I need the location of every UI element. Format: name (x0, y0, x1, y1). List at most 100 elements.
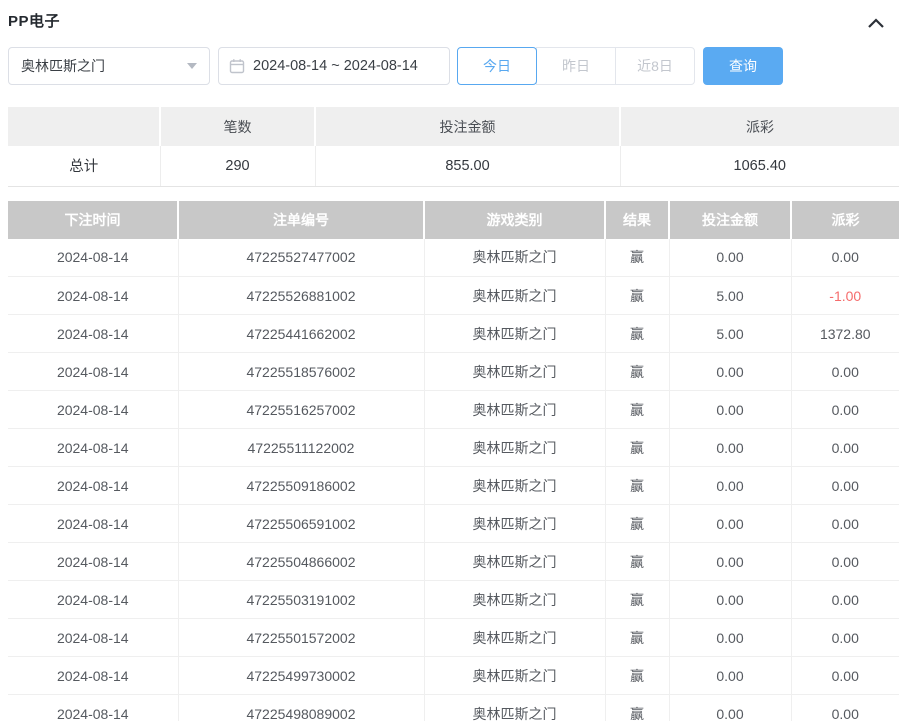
bets-header-row: 下注时间 注单编号 游戏类别 结果 投注金额 派彩 (8, 201, 899, 239)
table-row: 2024-08-1447225499730002奥林匹斯之门赢0.000.00 (8, 657, 899, 695)
summary-header-bet-amount: 投注金额 (315, 107, 620, 146)
bet-time-cell: 2024-08-14 (8, 391, 178, 429)
col-game-category: 游戏类别 (424, 201, 605, 239)
bet-amount-cell: 5.00 (669, 315, 791, 353)
bet-time-cell: 2024-08-14 (8, 543, 178, 581)
bet-amount-cell: 0.00 (669, 391, 791, 429)
bet-number-cell: 47225518576002 (178, 353, 424, 391)
bet-number-cell: 47225441662002 (178, 315, 424, 353)
summary-total-count: 290 (160, 146, 315, 186)
bet-amount-cell: 0.00 (669, 505, 791, 543)
summary-total-label: 总计 (8, 146, 160, 186)
table-row: 2024-08-1447225527477002奥林匹斯之门赢0.000.00 (8, 239, 899, 277)
bet-number-cell: 47225506591002 (178, 505, 424, 543)
table-row: 2024-08-1447225503191002奥林匹斯之门赢0.000.00 (8, 581, 899, 619)
payout-cell: 0.00 (791, 505, 899, 543)
bet-time-cell: 2024-08-14 (8, 581, 178, 619)
bet-number-cell: 47225526881002 (178, 277, 424, 315)
quick-button-last8days[interactable]: 近8日 (615, 47, 695, 85)
col-bet-amount: 投注金额 (669, 201, 791, 239)
bet-number-cell: 47225499730002 (178, 657, 424, 695)
table-row: 2024-08-1447225441662002奥林匹斯之门赢5.001372.… (8, 315, 899, 353)
bet-time-cell: 2024-08-14 (8, 239, 178, 277)
payout-cell: 0.00 (791, 619, 899, 657)
game-category-cell: 奥林匹斯之门 (424, 657, 605, 695)
bet-number-cell: 47225501572002 (178, 619, 424, 657)
result-cell: 赢 (605, 315, 669, 353)
game-category-cell: 奥林匹斯之门 (424, 543, 605, 581)
bet-time-cell: 2024-08-14 (8, 315, 178, 353)
payout-cell: 0.00 (791, 391, 899, 429)
game-category-cell: 奥林匹斯之门 (424, 695, 605, 721)
quick-button-today[interactable]: 今日 (457, 47, 537, 85)
result-cell: 赢 (605, 619, 669, 657)
game-category-cell: 奥林匹斯之门 (424, 505, 605, 543)
payout-cell: 0.00 (791, 657, 899, 695)
result-cell: 赢 (605, 277, 669, 315)
game-category-cell: 奥林匹斯之门 (424, 353, 605, 391)
result-cell: 赢 (605, 695, 669, 721)
summary-total-payout: 1065.40 (620, 146, 899, 186)
quick-range-group: 今日 昨日 近8日 (457, 47, 695, 85)
game-category-cell: 奥林匹斯之门 (424, 391, 605, 429)
chevron-down-icon (187, 63, 197, 69)
result-cell: 赢 (605, 353, 669, 391)
col-bet-time: 下注时间 (8, 201, 178, 239)
bet-amount-cell: 5.00 (669, 277, 791, 315)
game-select[interactable]: 奥林匹斯之门 (8, 47, 210, 85)
quick-button-yesterday[interactable]: 昨日 (536, 47, 616, 85)
result-cell: 赢 (605, 391, 669, 429)
collapse-button[interactable] (865, 12, 887, 34)
summary-total-row: 总计 290 855.00 1065.40 (8, 146, 899, 186)
bet-time-cell: 2024-08-14 (8, 505, 178, 543)
table-row: 2024-08-1447225518576002奥林匹斯之门赢0.000.00 (8, 353, 899, 391)
payout-cell: 0.00 (791, 429, 899, 467)
bet-amount-cell: 0.00 (669, 581, 791, 619)
bet-time-cell: 2024-08-14 (8, 657, 178, 695)
payout-cell: 0.00 (791, 353, 899, 391)
summary-header-empty (8, 107, 160, 146)
result-cell: 赢 (605, 543, 669, 581)
summary-header-count: 笔数 (160, 107, 315, 146)
summary-total-bet-amount: 855.00 (315, 146, 620, 186)
table-row: 2024-08-1447225501572002奥林匹斯之门赢0.000.00 (8, 619, 899, 657)
payout-cell: 0.00 (791, 581, 899, 619)
panel-title: PP电子 (8, 8, 60, 31)
table-row: 2024-08-1447225504866002奥林匹斯之门赢0.000.00 (8, 543, 899, 581)
table-row: 2024-08-1447225511122002奥林匹斯之门赢0.000.00 (8, 429, 899, 467)
bet-amount-cell: 0.00 (669, 429, 791, 467)
bet-number-cell: 47225527477002 (178, 239, 424, 277)
summary-table: 笔数 投注金额 派彩 总计 290 855.00 1065.40 (8, 107, 899, 187)
game-category-cell: 奥林匹斯之门 (424, 467, 605, 505)
payout-cell: 0.00 (791, 695, 899, 721)
col-result: 结果 (605, 201, 669, 239)
chevron-up-icon (867, 17, 885, 29)
bet-number-cell: 47225509186002 (178, 467, 424, 505)
table-row: 2024-08-1447225498089002奥林匹斯之门赢0.000.00 (8, 695, 899, 721)
bet-number-cell: 47225504866002 (178, 543, 424, 581)
bet-time-cell: 2024-08-14 (8, 695, 178, 721)
game-select-value: 奥林匹斯之门 (21, 56, 105, 76)
payout-cell: 1372.80 (791, 315, 899, 353)
game-category-cell: 奥林匹斯之门 (424, 315, 605, 353)
bet-amount-cell: 0.00 (669, 353, 791, 391)
payout-cell: 0.00 (791, 467, 899, 505)
bet-time-cell: 2024-08-14 (8, 353, 178, 391)
payout-cell: 0.00 (791, 543, 899, 581)
result-cell: 赢 (605, 657, 669, 695)
panel-header: PP电子 (8, 8, 891, 42)
bet-time-cell: 2024-08-14 (8, 429, 178, 467)
summary-header-payout: 派彩 (620, 107, 899, 146)
table-row: 2024-08-1447225516257002奥林匹斯之门赢0.000.00 (8, 391, 899, 429)
filter-bar: 奥林匹斯之门 2024-08-14 ~ 2024-08-14 今日 昨日 近8日… (8, 47, 891, 85)
date-range-input[interactable]: 2024-08-14 ~ 2024-08-14 (218, 47, 450, 85)
bet-number-cell: 47225498089002 (178, 695, 424, 721)
bet-time-cell: 2024-08-14 (8, 277, 178, 315)
calendar-icon (229, 58, 245, 74)
bets-table: 下注时间 注单编号 游戏类别 结果 投注金额 派彩 2024-08-144722… (8, 201, 899, 721)
date-range-value: 2024-08-14 ~ 2024-08-14 (253, 58, 418, 74)
search-button[interactable]: 查询 (703, 47, 783, 85)
result-cell: 赢 (605, 239, 669, 277)
bet-amount-cell: 0.00 (669, 467, 791, 505)
bet-time-cell: 2024-08-14 (8, 619, 178, 657)
